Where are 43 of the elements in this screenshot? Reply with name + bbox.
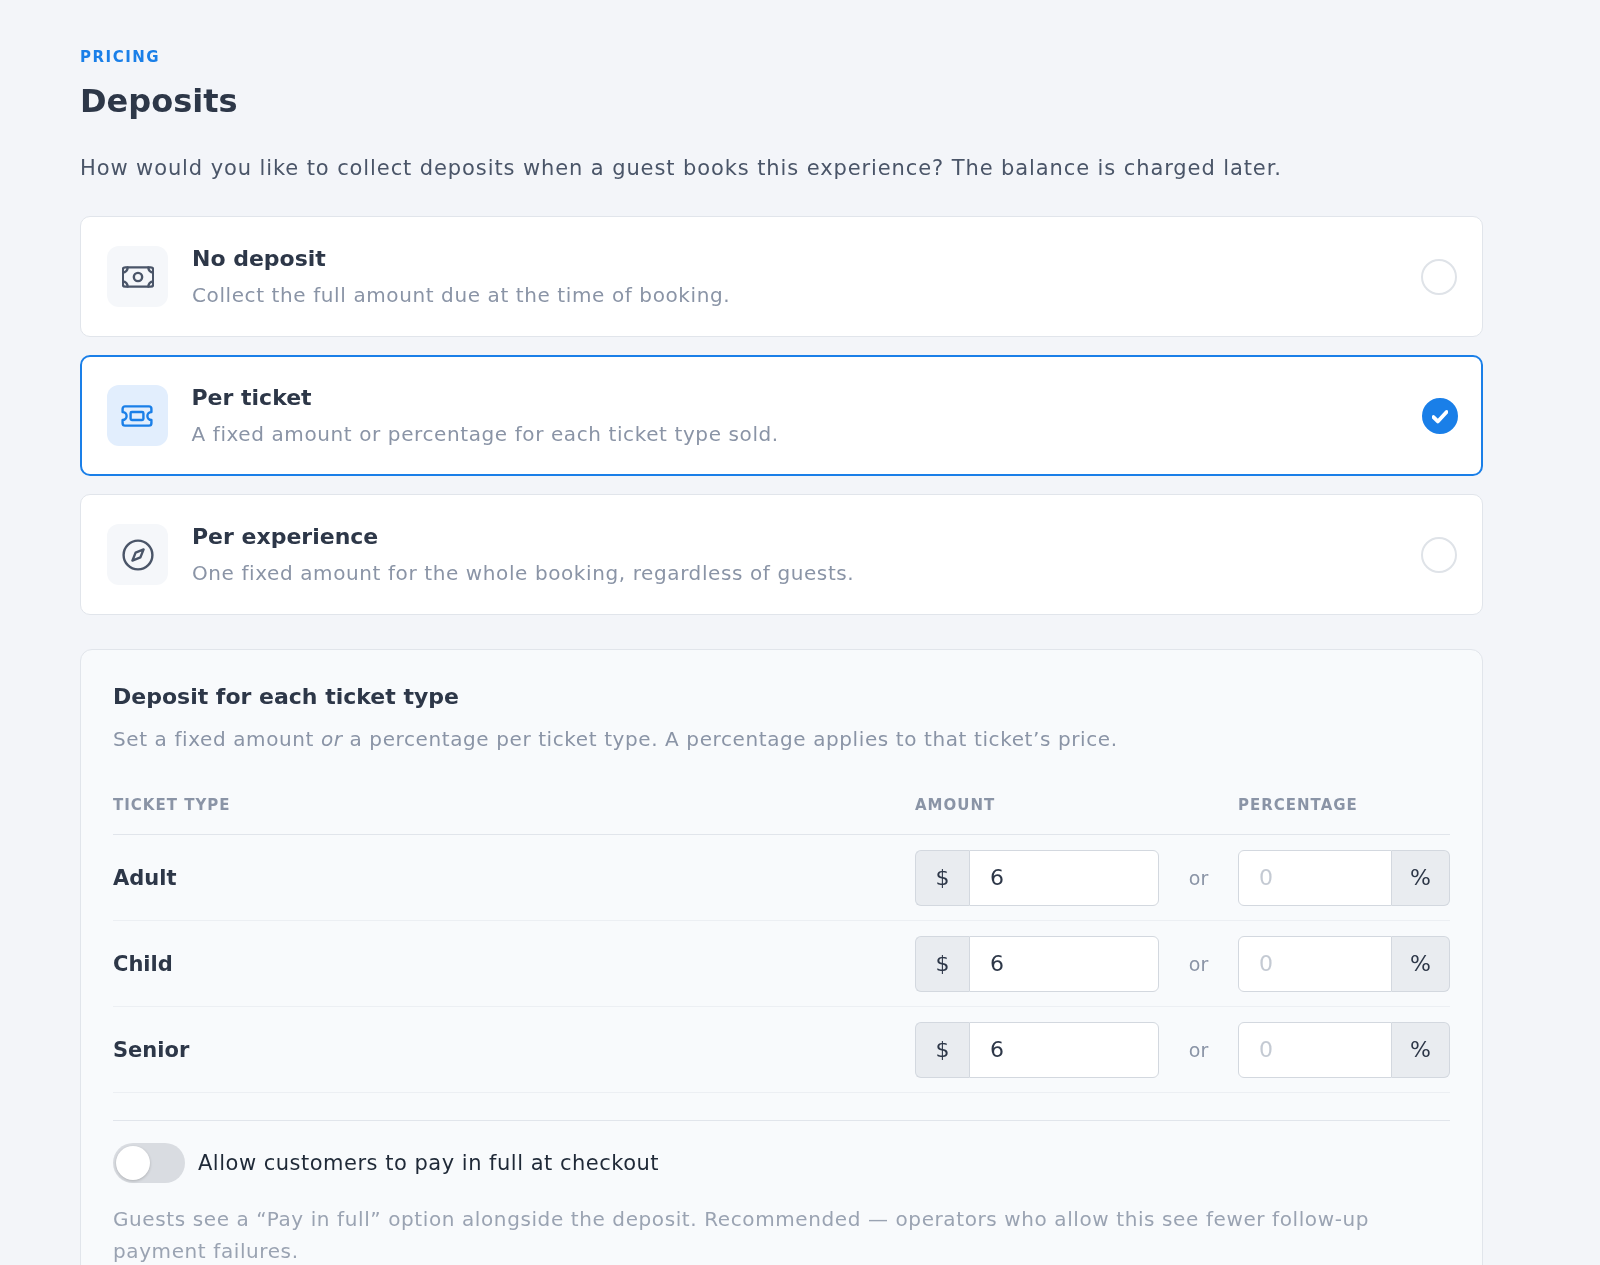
panel-description: Set a fixed amount or a percentage per ticket type. A percentage applies to that ticket’s price. (113, 726, 1118, 752)
percentage-field[interactable]: 0 (1238, 935, 1392, 992)
page-title: Deposits (80, 81, 238, 122)
check-icon (1431, 407, 1448, 424)
percent-suffix: % (1392, 849, 1450, 906)
currency-prefix: $ (915, 1021, 969, 1078)
option-card[interactable]: Per ticket A fixed amount or percentage for each ticket type sold. (80, 355, 1483, 476)
column-header: AMOUNT (915, 795, 996, 815)
option-description: Collect the full amount due at the time of booking. (192, 282, 731, 308)
amount-field[interactable]: 6 (969, 849, 1159, 906)
toggle-label: Allow customers to pay in full at checkout (198, 1150, 660, 1177)
section-eyebrow: PRICING (80, 48, 161, 66)
option-description: A fixed amount or percentage for each ticket type sold. (191, 421, 779, 447)
ticket-type-label: Adult (113, 864, 177, 892)
option-title: Per experience (192, 523, 379, 551)
help-text: Guests see a “Pay in full” option alongside the deposit. Recommended — operators who allow this see fewer follow-up payment failures. (113, 1206, 1371, 1265)
ticket-icon (106, 385, 168, 446)
percent-suffix: % (1392, 1021, 1450, 1078)
currency-prefix: $ (915, 849, 969, 906)
option-description: One fixed amount for the whole booking, regardless of guests. (192, 560, 855, 586)
or-separator: or (1188, 1038, 1209, 1061)
banknote-icon (107, 246, 168, 307)
ticket-type-label: Senior (113, 1036, 190, 1064)
amount-field[interactable]: 6 (969, 1021, 1159, 1078)
option-card[interactable]: Per experience One fixed amount for the whole booking, regardless of guests. (80, 494, 1483, 615)
percentage-field[interactable]: 0 (1238, 849, 1392, 906)
radio-button[interactable] (1421, 397, 1458, 434)
column-header: PERCENTAGE (1238, 795, 1358, 815)
compass-icon (107, 524, 168, 585)
or-separator: or (1188, 866, 1209, 889)
column-header: TICKET TYPE (113, 795, 231, 815)
page-description: How would you like to collect deposits when a guest books this experience? The balance is charged later. (80, 155, 1282, 182)
amount-field[interactable]: 6 (969, 935, 1159, 992)
toggle-switch[interactable] (113, 1143, 185, 1183)
currency-prefix: $ (915, 935, 969, 992)
option-title: Per ticket (191, 384, 312, 412)
option-card[interactable]: No deposit Collect the full amount due at the time of booking. (80, 216, 1483, 337)
or-separator: or (1188, 952, 1209, 975)
percentage-field[interactable]: 0 (1238, 1021, 1392, 1078)
ticket-type-label: Child (113, 950, 173, 978)
panel-title: Deposit for each ticket type (113, 683, 459, 711)
percent-suffix: % (1392, 935, 1450, 992)
option-title: No deposit (192, 245, 326, 273)
